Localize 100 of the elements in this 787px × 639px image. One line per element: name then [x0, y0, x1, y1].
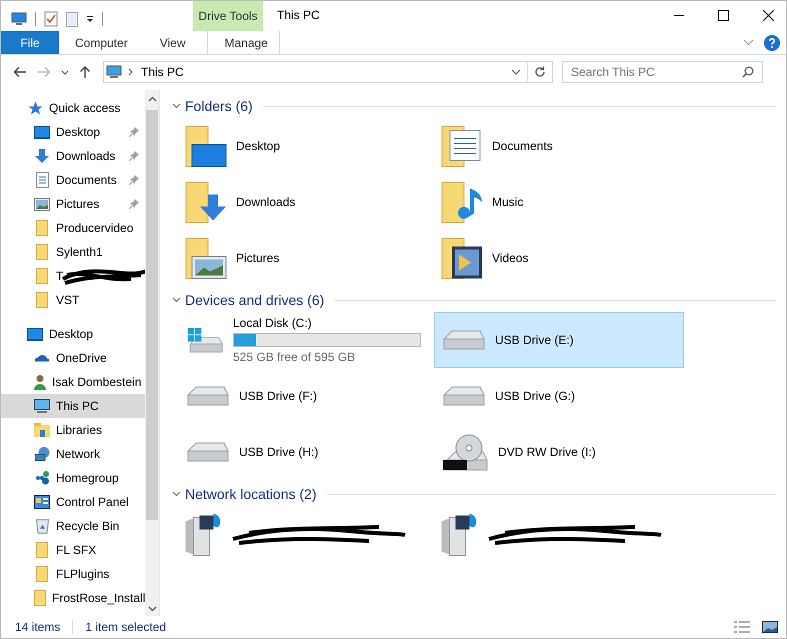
address-bar[interactable]: This PC: [103, 61, 553, 83]
dropdown-icon[interactable]: [511, 69, 521, 75]
person-icon: [34, 374, 46, 390]
drive-item[interactable]: DVD RW Drive (I:): [434, 424, 684, 480]
up-icon[interactable]: [79, 65, 91, 79]
folder-item[interactable]: Pictures: [178, 230, 428, 286]
ribbon-tab[interactable]: File: [1, 31, 59, 54]
folder-item[interactable]: Downloads: [178, 174, 428, 230]
sidebar-item[interactable]: FLPlugins: [1, 562, 145, 586]
folder-icon: [36, 268, 48, 284]
item-count: 14 items: [15, 620, 60, 634]
chevron-icon[interactable]: [128, 68, 133, 76]
collapse-icon[interactable]: [172, 103, 181, 109]
folder-icon: [36, 292, 48, 308]
address-path: This PC: [141, 65, 184, 79]
computer-icon[interactable]: [11, 12, 27, 26]
scroll-up-icon[interactable]: [148, 96, 156, 102]
folder-item[interactable]: Desktop: [178, 118, 428, 174]
sidebar-item[interactable]: Network: [1, 442, 145, 466]
control-panel-icon: [34, 495, 50, 509]
minimize-icon[interactable]: [674, 14, 684, 16]
selection-count: 1 item selected: [85, 620, 166, 634]
folder-name: Music: [492, 195, 524, 209]
folder-icon: [185, 238, 228, 278]
sidebar-item[interactable]: Homegroup: [1, 466, 145, 490]
drive-icon: [443, 330, 485, 350]
drive-name: USB Drive (F:): [239, 389, 317, 403]
folder-icon: [36, 566, 48, 582]
computer-icon: [34, 399, 50, 413]
refresh-icon[interactable]: [534, 66, 546, 78]
media-server-icon: [441, 512, 477, 556]
drive-tools-label: Drive Tools: [193, 1, 263, 31]
picture-icon: [34, 198, 50, 210]
computer-icon: [106, 65, 122, 79]
pin-icon[interactable]: [129, 127, 139, 137]
large-icons-view-icon[interactable]: [762, 621, 778, 633]
expand-ribbon-icon[interactable]: [743, 39, 754, 46]
folder-item[interactable]: Documents: [434, 118, 684, 174]
sidebar-item[interactable]: Control Panel: [1, 490, 145, 514]
sidebar-item[interactable]: Desktop: [1, 120, 145, 144]
drive-name: USB Drive (H:): [239, 445, 318, 459]
drive-item[interactable]: USB Drive (E:): [434, 312, 684, 368]
folder-name: Desktop: [236, 139, 280, 153]
sidebar-item[interactable]: T: [1, 264, 145, 288]
section-heading: Network locations (2): [185, 486, 316, 502]
folder-item[interactable]: Music: [434, 174, 684, 230]
folder-icon: [185, 126, 228, 166]
dropdown-icon[interactable]: [86, 15, 94, 23]
pin-icon[interactable]: [129, 199, 139, 209]
sidebar-item[interactable]: Pictures: [1, 192, 145, 216]
folder-icon: [36, 244, 48, 260]
homegroup-icon: [36, 471, 48, 485]
folder-icon: [441, 238, 484, 278]
sidebar-item[interactable]: This PC: [1, 394, 145, 418]
search-field[interactable]: Search This PC: [562, 61, 763, 83]
sidebar-item[interactable]: OneDrive: [1, 346, 145, 370]
sidebar-item[interactable]: FL SFX: [1, 538, 145, 562]
drive-name: USB Drive (E:): [495, 333, 574, 347]
section-heading: Devices and drives (6): [185, 292, 324, 308]
sidebar-item[interactable]: Sylenth1: [1, 240, 145, 264]
collapse-icon[interactable]: [172, 297, 181, 303]
sidebar-item[interactable]: Desktop: [1, 322, 145, 346]
drive-item[interactable]: USB Drive (H:): [178, 424, 428, 480]
sidebar-item[interactable]: Recycle Bin: [1, 514, 145, 538]
drive-item[interactable]: Local Disk (C:) 525 GB free of 595 GB: [178, 312, 428, 368]
scroll-down-icon[interactable]: [148, 606, 156, 612]
library-icon: [34, 423, 50, 437]
maximize-icon[interactable]: [718, 10, 729, 21]
folder-icon: [36, 220, 48, 236]
close-icon[interactable]: [763, 10, 774, 21]
window-title: This PC: [277, 7, 320, 22]
search-icon: [742, 66, 754, 78]
folder-name: Downloads: [236, 195, 296, 209]
drive-icon: [187, 386, 229, 406]
pin-icon[interactable]: [129, 151, 139, 161]
download-arrow-icon: [35, 149, 49, 163]
sidebar-item[interactable]: Producervideo: [1, 216, 145, 240]
pin-icon[interactable]: [129, 175, 139, 185]
sidebar-item[interactable]: Isak Dombestein: [1, 370, 145, 394]
sidebar-item[interactable]: VST: [1, 288, 145, 312]
cloud-icon: [35, 354, 49, 362]
folder-item[interactable]: Videos: [434, 230, 684, 286]
sidebar-item[interactable]: Documents: [1, 168, 145, 192]
section-heading: Folders (6): [185, 98, 253, 114]
details-view-icon[interactable]: [734, 621, 750, 633]
folder-icon: [185, 182, 228, 222]
sidebar-item[interactable]: FrostRose_Install: [1, 586, 145, 610]
star-icon: [28, 101, 42, 115]
sidebar-item[interactable]: Libraries: [1, 418, 145, 442]
help-icon[interactable]: [764, 34, 780, 50]
collapse-icon[interactable]: [172, 491, 181, 497]
properties-icon[interactable]: [44, 11, 58, 27]
recycle-bin-icon: [36, 518, 48, 534]
recent-icon[interactable]: [61, 70, 69, 74]
back-icon[interactable]: [13, 66, 27, 78]
drive-item[interactable]: USB Drive (G:): [434, 368, 684, 424]
drive-item[interactable]: USB Drive (F:): [178, 368, 428, 424]
sidebar-item[interactable]: Downloads: [1, 144, 145, 168]
ribbon-tab[interactable]: Manage: [207, 31, 280, 54]
sidebar-item[interactable]: Quick access: [1, 96, 145, 120]
